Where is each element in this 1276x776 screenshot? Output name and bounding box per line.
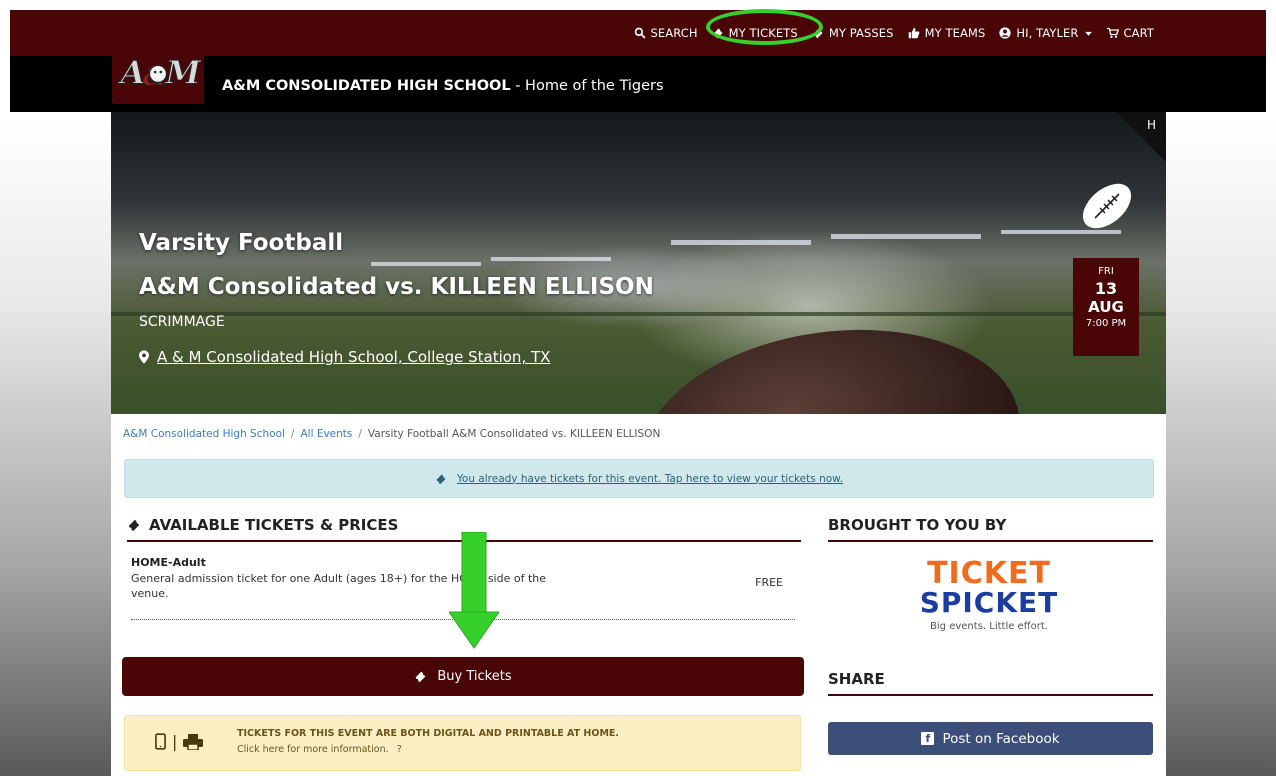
- delivery-info-box[interactable]: | TICKETS FOR THIS EVENT ARE BOTH DIGITA…: [124, 715, 801, 771]
- breadcrumb-home-link[interactable]: A&M Consolidated High School: [123, 428, 285, 440]
- sponsor-heading-label: BROUGHT TO YOU BY: [828, 516, 1007, 534]
- buy-tickets-label: Buy Tickets: [437, 669, 512, 684]
- icon-divider: |: [172, 732, 178, 751]
- search-icon: [634, 27, 646, 39]
- event-month: AUG: [1088, 298, 1124, 316]
- event-date-badge: FRI 13 AUG 7:00 PM: [1073, 258, 1139, 356]
- school-logo[interactable]: A & M: [112, 40, 204, 104]
- tickets-heading-label: AVAILABLE TICKETS & PRICES: [149, 516, 399, 534]
- caret-down-icon: [1084, 31, 1092, 36]
- ticket-icon: [436, 474, 446, 484]
- question-circle-icon: ?: [396, 744, 402, 755]
- buy-tickets-button[interactable]: Buy Tickets: [122, 657, 804, 696]
- user-circle-icon: [999, 27, 1011, 39]
- nav-user-label: HI, TAYLER: [1016, 26, 1079, 40]
- sponsor-tagline: Big events. Little effort.: [930, 621, 1048, 632]
- facebook-icon: f: [921, 732, 935, 745]
- down-arrow-annotation: [449, 532, 499, 649]
- map-marker-icon: [139, 350, 149, 364]
- facebook-share-label: Post on Facebook: [942, 730, 1060, 747]
- breadcrumb-separator: /: [290, 428, 295, 440]
- printer-icon: [183, 733, 204, 750]
- home-away-indicator: H: [1146, 118, 1156, 132]
- mobile-phone-icon: [155, 733, 166, 750]
- school-tagline: - Home of the Tigers: [510, 78, 664, 94]
- nav-my-passes-label: MY PASSES: [828, 26, 894, 40]
- share-section-heading: SHARE: [828, 670, 1153, 696]
- nav-my-teams[interactable]: MY TEAMS: [908, 26, 986, 40]
- breadcrumb-current: Varsity Football A&M Consolidated vs. KI…: [367, 428, 661, 440]
- thumbs-up-icon: [908, 27, 919, 39]
- sponsor-logo-line1: TICKET: [927, 556, 1051, 591]
- event-location-link[interactable]: A & M Consolidated High School, College …: [157, 348, 550, 366]
- delivery-icons: |: [155, 732, 204, 751]
- existing-tickets-alert[interactable]: You already have tickets for this event.…: [124, 459, 1154, 498]
- delivery-info-link[interactable]: Click here for more information.: [237, 744, 389, 755]
- breadcrumb-separator: /: [358, 428, 362, 440]
- school-title: A&M CONSOLIDATED HIGH SCHOOL - Home of t…: [222, 78, 664, 94]
- svg-text:A: A: [118, 53, 146, 91]
- sponsor-logo-line2: SPICKET: [919, 586, 1059, 619]
- ticket-description: General admission ticket for one Adult (…: [131, 572, 547, 600]
- school-name: A&M CONSOLIDATED HIGH SCHOOL: [222, 78, 511, 94]
- my-tickets-highlight-ring: [706, 9, 823, 45]
- event-type: SCRIMMAGE: [139, 314, 225, 330]
- tiger-logo-icon: A & M: [117, 53, 203, 93]
- nav-search[interactable]: SEARCH: [634, 26, 698, 40]
- share-heading-label: SHARE: [828, 670, 885, 688]
- facebook-share-button[interactable]: f Post on Facebook: [828, 722, 1153, 755]
- cart-icon: [1106, 27, 1119, 38]
- event-title: A&M Consolidated vs. KILLEEN ELLISON: [139, 274, 654, 300]
- existing-tickets-link[interactable]: You already have tickets for this event.…: [457, 473, 843, 485]
- ticketspicket-logo[interactable]: TICKET SPICKET Big events. Little effort…: [899, 559, 1079, 649]
- main-content: A&M Consolidated High School / All Events /…: [111, 414, 1166, 776]
- delivery-info-title: TICKETS FOR THIS EVENT ARE BOTH DIGITAL …: [237, 728, 619, 739]
- sponsor-section-heading: BROUGHT TO YOU BY: [828, 516, 1153, 542]
- event-heading: Varsity Football A&M Consolidated vs. KI…: [139, 230, 654, 366]
- breadcrumb: A&M Consolidated High School / All Events /…: [123, 428, 660, 440]
- svg-text:M: M: [165, 53, 203, 91]
- delivery-info-subtitle: Click here for more information. ?: [237, 744, 402, 755]
- nav-cart[interactable]: CART: [1106, 26, 1154, 40]
- event-day: 13: [1094, 279, 1118, 298]
- nav-my-passes[interactable]: MY PASSES: [812, 26, 894, 40]
- ticket-price: FREE: [755, 576, 783, 589]
- hero-corner-flag: [1116, 112, 1166, 162]
- event-hero: H FRI 13 AUG 7:00 PM Varsity Football A&…: [111, 112, 1166, 414]
- ticket-icon: [416, 671, 426, 683]
- breadcrumb-all-events-link[interactable]: All Events: [300, 428, 352, 440]
- nav-search-label: SEARCH: [650, 26, 698, 40]
- event-location: A & M Consolidated High School, College …: [139, 348, 654, 366]
- event-sport: Varsity Football: [139, 230, 344, 256]
- event-day-of-week: FRI: [1098, 266, 1114, 277]
- event-time: 7:00 PM: [1085, 318, 1127, 329]
- nav-cart-label: CART: [1123, 26, 1154, 40]
- nav-user-menu[interactable]: HI, TAYLER: [999, 26, 1092, 40]
- football-icon: [1082, 183, 1132, 229]
- nav-my-teams-label: MY TEAMS: [924, 26, 986, 40]
- ticket-icon: [128, 519, 140, 532]
